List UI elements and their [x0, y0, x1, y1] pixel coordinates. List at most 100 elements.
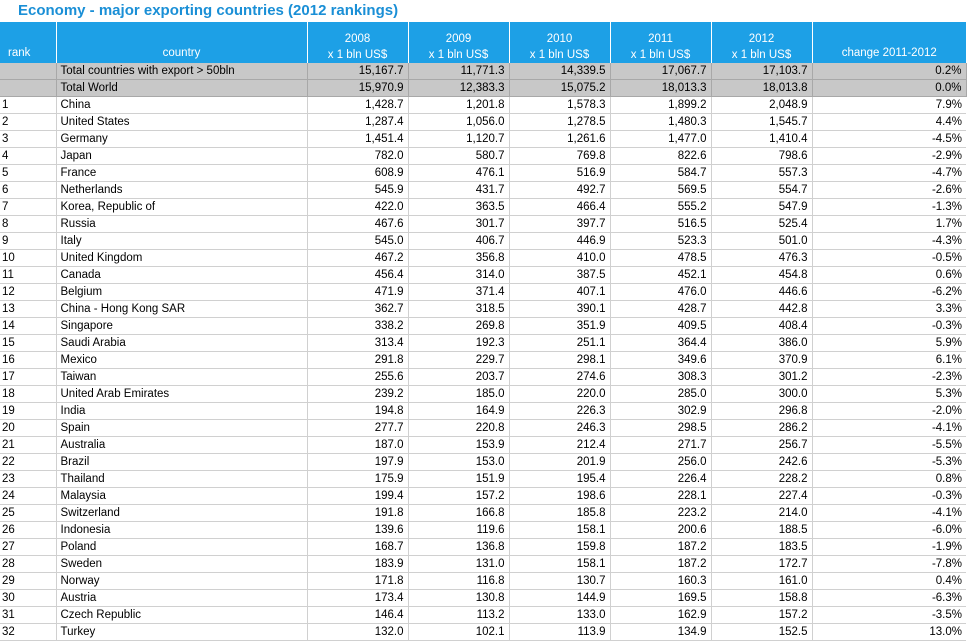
page-title: Economy - major exporting countries (201… — [18, 2, 399, 19]
value-cell: 229.7 — [408, 351, 510, 369]
column-year: 2008 — [344, 33, 371, 45]
value-cell: 390.1 — [509, 300, 611, 318]
value-cell: 351.9 — [509, 317, 611, 335]
value-cell: 428.7 — [610, 300, 712, 318]
change-cell: -6.0% — [812, 521, 966, 539]
rank-cell: 1 — [0, 96, 57, 114]
column-header-2008: 2008 x 1 bln US$ — [307, 22, 409, 63]
table-row: 18 United Arab Emirates 239.2 185.0 220.0 285… — [0, 385, 966, 403]
change-cell: -5.5% — [812, 436, 966, 454]
table-row: 4 Japan 782.0 580.7 769.8 822.6 798.6 -2.9% — [0, 147, 966, 165]
table-row: 13 China - Hong Kong SAR 362.7 318.5 390.1 42… — [0, 300, 966, 318]
value-cell: 102.1 — [408, 623, 510, 641]
value-cell: 269.8 — [408, 317, 510, 335]
value-cell: 301.7 — [408, 215, 510, 233]
rank-cell: 16 — [0, 351, 57, 369]
value-cell: 822.6 — [610, 147, 712, 165]
rank-cell — [0, 79, 57, 97]
value-cell: 119.6 — [408, 521, 510, 539]
country-cell: France — [56, 164, 308, 182]
value-cell: 187.2 — [610, 555, 712, 573]
column-header-country: country — [56, 22, 308, 63]
table-row: 7 Korea, Republic of 422.0 363.5 466.4 555.2 5… — [0, 198, 966, 216]
value-cell: 308.3 — [610, 368, 712, 386]
country-cell: Japan — [56, 147, 308, 165]
value-cell: 183.5 — [711, 538, 813, 556]
change-cell: 0.2% — [812, 63, 967, 80]
value-cell: 255.6 — [307, 368, 409, 386]
column-unit: x 1 bln US$ — [327, 49, 388, 61]
change-cell: 0.4% — [812, 572, 966, 590]
value-cell: 164.9 — [408, 402, 510, 420]
rank-cell: 22 — [0, 453, 57, 471]
value-cell: 431.7 — [408, 181, 510, 199]
change-cell: -2.9% — [812, 147, 966, 165]
value-cell: 545.0 — [307, 232, 409, 250]
value-cell: 1,477.0 — [610, 130, 712, 148]
table-row: 24 Malaysia 199.4 157.2 198.6 228.1 227.4 -0.3% — [0, 487, 966, 505]
rank-cell: 8 — [0, 215, 57, 233]
country-cell: Australia — [56, 436, 308, 454]
value-cell: 356.8 — [408, 249, 510, 267]
value-cell: 782.0 — [307, 147, 409, 165]
value-cell: 185.0 — [408, 385, 510, 403]
value-cell: 168.7 — [307, 538, 409, 556]
table-row: 20 Spain 277.7 220.8 246.3 298.5 286.2 -4.1% — [0, 419, 966, 437]
rank-cell: 18 — [0, 385, 57, 403]
value-cell: 300.0 — [711, 385, 813, 403]
value-cell: 387.5 — [509, 266, 611, 284]
value-cell: 242.6 — [711, 453, 813, 471]
country-cell: Switzerland — [56, 504, 308, 522]
value-cell: 220.8 — [408, 419, 510, 437]
change-cell: -0.3% — [812, 317, 966, 335]
table-row: 15 Saudi Arabia 313.4 192.3 251.1 364.4 386.0 5… — [0, 334, 966, 352]
rank-cell: 31 — [0, 606, 57, 624]
value-cell: 466.4 — [509, 198, 611, 216]
rank-cell: 15 — [0, 334, 57, 352]
rank-cell: 7 — [0, 198, 57, 216]
value-cell: 523.3 — [610, 232, 712, 250]
value-cell: 198.6 — [509, 487, 611, 505]
table-row: 5 France 608.9 476.1 516.9 584.7 557.3 -4.7% — [0, 164, 966, 182]
change-cell: -3.5% — [812, 606, 966, 624]
summary-row: Total World 15,970.9 12,383.3 15,075.2 18,01… — [0, 79, 967, 97]
column-header-2012: 2012 x 1 bln US$ — [711, 22, 813, 63]
value-cell: 410.0 — [509, 249, 611, 267]
value-cell: 454.8 — [711, 266, 813, 284]
value-cell: 15,167.7 — [307, 63, 409, 80]
value-cell: 228.1 — [610, 487, 712, 505]
column-unit: x 1 bln US$ — [428, 49, 489, 61]
value-cell: 296.8 — [711, 402, 813, 420]
change-cell: -4.5% — [812, 130, 966, 148]
table-row: 29 Norway 171.8 116.8 130.7 160.3 161.0 0.4% — [0, 572, 966, 590]
column-year: 2009 — [445, 33, 472, 45]
value-cell: 246.3 — [509, 419, 611, 437]
value-cell: 146.4 — [307, 606, 409, 624]
value-cell: 18,013.3 — [610, 79, 712, 97]
table-row: 17 Taiwan 255.6 203.7 274.6 308.3 301.2 -2.3% — [0, 368, 966, 386]
value-cell: 467.2 — [307, 249, 409, 267]
country-cell: Brazil — [56, 453, 308, 471]
value-cell: 555.2 — [610, 198, 712, 216]
table-body: Total countries with export > 50bln 15,16… — [0, 63, 967, 641]
rank-cell: 9 — [0, 232, 57, 250]
value-cell: 584.7 — [610, 164, 712, 182]
country-cell: Taiwan — [56, 368, 308, 386]
value-cell: 183.9 — [307, 555, 409, 573]
rank-cell: 12 — [0, 283, 57, 301]
change-cell: -4.7% — [812, 164, 966, 182]
table-row: 6 Netherlands 545.9 431.7 492.7 569.5 554.7 -2.… — [0, 181, 966, 199]
value-cell: 407.1 — [509, 283, 611, 301]
value-cell: 159.8 — [509, 538, 611, 556]
value-cell: 113.2 — [408, 606, 510, 624]
value-cell: 471.9 — [307, 283, 409, 301]
change-cell: 0.8% — [812, 470, 966, 488]
table-row: 3 Germany 1,451.4 1,120.7 1,261.6 1,477.0 1,41… — [0, 130, 966, 148]
value-cell: 271.7 — [610, 436, 712, 454]
value-cell: 162.9 — [610, 606, 712, 624]
value-cell: 397.7 — [509, 215, 611, 233]
change-cell: -0.3% — [812, 487, 966, 505]
column-unit: x 1 bln US$ — [529, 49, 590, 61]
value-cell: 1,201.8 — [408, 96, 510, 114]
value-cell: 545.9 — [307, 181, 409, 199]
